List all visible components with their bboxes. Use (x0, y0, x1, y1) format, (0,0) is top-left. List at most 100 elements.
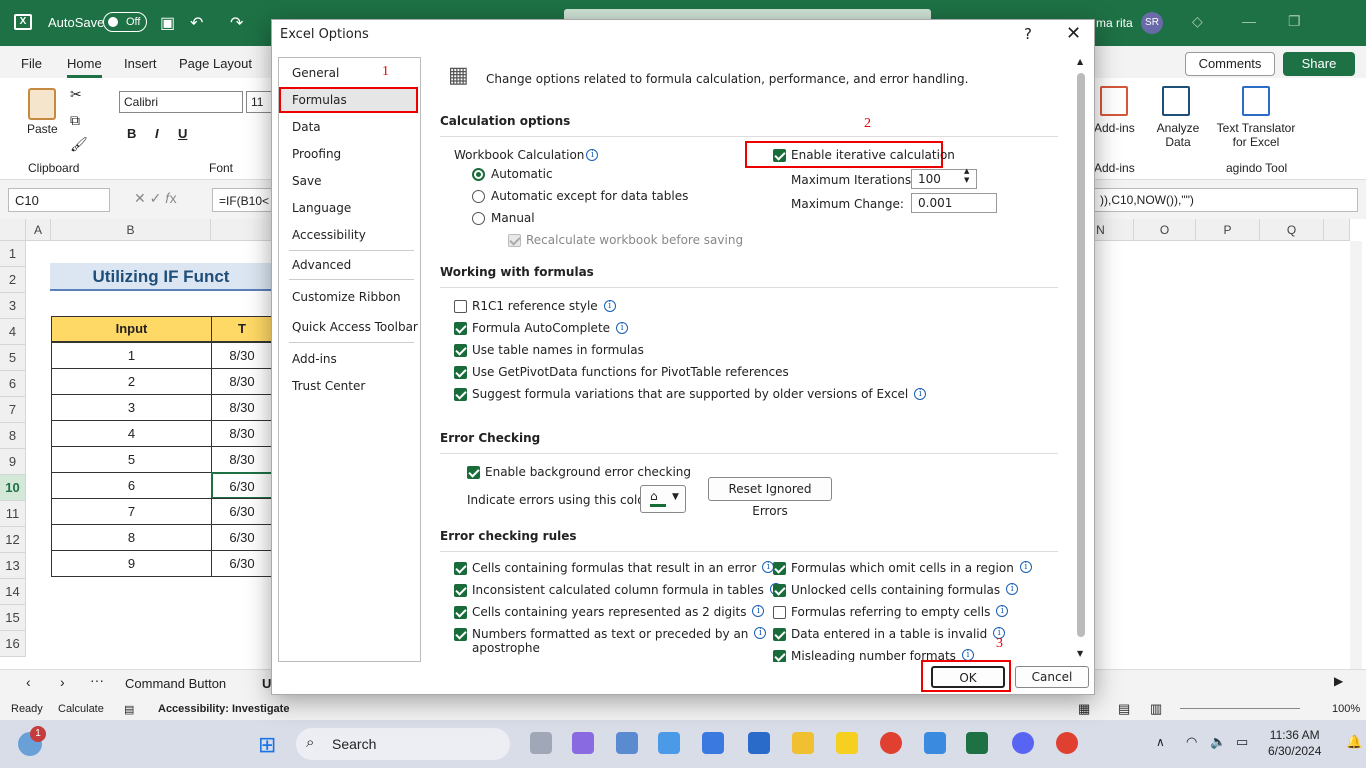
redo-icon[interactable]: ↷ (230, 13, 243, 33)
tab-insert[interactable]: Insert (124, 56, 157, 71)
row-header[interactable]: 14 (0, 579, 26, 605)
store-icon[interactable] (702, 732, 724, 754)
table-header-time[interactable]: T (211, 316, 273, 342)
table-cell-input[interactable]: 5 (51, 446, 212, 473)
column-header[interactable]: A (26, 219, 51, 241)
sheet-tab-current[interactable]: U (262, 676, 271, 691)
tab-page-layout[interactable]: Page Layout (179, 56, 252, 71)
row-header[interactable]: 1 (0, 241, 26, 267)
fx-icon[interactable]: ✕ ✓ 𝑓x (134, 190, 177, 207)
nav-formulas[interactable]: Formulas (292, 93, 347, 107)
scroll-down-icon[interactable]: ▼ (1077, 649, 1083, 658)
table-header-input[interactable]: Input (51, 316, 212, 342)
row-header[interactable]: 12 (0, 527, 26, 553)
info-icon[interactable]: i (616, 322, 629, 334)
edge-icon[interactable] (658, 732, 680, 754)
checkbox-checked[interactable] (454, 628, 467, 641)
notepad-icon[interactable] (924, 732, 946, 754)
diamond-icon[interactable]: ◇ (1192, 13, 1203, 30)
row-header[interactable]: 16 (0, 631, 26, 657)
save-icon[interactable]: ▣ (160, 13, 175, 33)
row-header[interactable]: 10 (0, 475, 26, 501)
notification-icon[interactable]: 🔔 (1346, 734, 1362, 750)
addins-label[interactable]: Add-ins (1094, 121, 1135, 135)
nav-language[interactable]: Language (292, 201, 351, 215)
restore-icon[interactable]: ❐ (1288, 13, 1301, 30)
nav-accessibility[interactable]: Accessibility (292, 228, 366, 242)
volume-icon[interactable]: 🔈 (1210, 734, 1226, 750)
more-sheets-icon[interactable]: ··· (90, 672, 104, 688)
scroll-right-icon[interactable]: ▶ (1334, 674, 1343, 688)
status-accessibility[interactable]: Accessibility: Investigate (158, 703, 289, 715)
windows-start-icon[interactable]: ⊞ (258, 732, 276, 758)
excel-taskbar-icon[interactable] (966, 732, 988, 754)
minimize-icon[interactable]: — (1242, 13, 1256, 29)
copy-icon[interactable]: ⧉ (70, 112, 80, 129)
nav-quick-access-toolbar[interactable]: Quick Access Toolbar (292, 320, 418, 334)
row-header[interactable]: 9 (0, 449, 26, 475)
tab-file[interactable]: File (21, 56, 42, 71)
rule-checkbox[interactable]: Numbers formatted as text or preceded by… (454, 627, 767, 655)
table-cell-time[interactable]: 8/30 (211, 342, 273, 369)
macro-icon[interactable]: ▤ (124, 703, 134, 716)
status-calculate[interactable]: Calculate (58, 703, 104, 715)
checkbox-unchecked[interactable] (773, 606, 786, 619)
wifi-icon[interactable]: ◠ (1186, 734, 1197, 750)
table-cell-time[interactable]: 8/30 (211, 368, 273, 395)
discord-icon[interactable] (1012, 732, 1034, 754)
next-sheet-icon[interactable]: › (60, 674, 65, 690)
calculator-icon[interactable] (616, 732, 638, 754)
getpivotdata-checkbox[interactable]: Use GetPivotData functions for PivotTabl… (454, 365, 789, 379)
checkbox-checked[interactable] (454, 321, 467, 335)
autocomplete-checkbox[interactable]: Formula AutoComplete i (454, 321, 629, 335)
chrome-profile-icon[interactable] (1056, 732, 1078, 754)
zoom-level[interactable]: 100% (1332, 703, 1360, 715)
background-error-checkbox[interactable]: Enable background error checking (467, 465, 691, 479)
table-cell-input[interactable]: 4 (51, 420, 212, 447)
info-icon[interactable]: i (1006, 583, 1019, 595)
rule-checkbox[interactable]: Formulas referring to empty cells i (773, 605, 1009, 619)
rule-checkbox[interactable]: Cells containing years represented as 2 … (454, 605, 765, 619)
row-header[interactable]: 13 (0, 553, 26, 579)
radio-manual[interactable]: Manual (472, 211, 535, 225)
task-view-icon[interactable] (530, 732, 552, 754)
font-size-select[interactable]: 11 (246, 91, 272, 113)
ok-button[interactable]: OK (931, 666, 1005, 688)
paste-icon[interactable] (28, 88, 56, 120)
rule-checkbox[interactable]: Unlocked cells containing formulas i (773, 583, 1019, 597)
scroll-up-icon[interactable]: ▲ (1077, 57, 1083, 66)
r1c1-checkbox[interactable]: R1C1 reference style i (454, 299, 616, 313)
avatar[interactable]: SR (1141, 12, 1163, 34)
column-header[interactable]: P (1196, 219, 1260, 241)
taskbar-search[interactable]: Search (296, 728, 510, 760)
font-name-select[interactable]: Calibri (119, 91, 243, 113)
row-header[interactable]: 4 (0, 319, 26, 345)
row-header[interactable]: 6 (0, 371, 26, 397)
format-painter-icon[interactable]: 🖌 (70, 136, 88, 153)
table-cell-input[interactable]: 9 (51, 550, 212, 577)
radio-button-selected[interactable] (472, 167, 485, 181)
checkbox-checked[interactable] (454, 365, 467, 379)
checkbox-unchecked[interactable] (454, 299, 467, 313)
table-cell-input[interactable]: 8 (51, 524, 212, 551)
comments-button[interactable]: Comments (1185, 52, 1275, 76)
underline-button[interactable]: U (178, 126, 187, 141)
checkbox-checked[interactable] (773, 650, 786, 662)
rule-checkbox[interactable]: Cells containing formulas that result in… (454, 561, 775, 575)
column-header[interactable]: B (51, 219, 211, 241)
table-cell-time[interactable]: 6/30 (211, 524, 273, 551)
nav-customize-ribbon[interactable]: Customize Ribbon (292, 290, 401, 304)
nav-data[interactable]: Data (292, 120, 321, 134)
info-icon[interactable]: i (603, 300, 616, 312)
table-cell-time[interactable]: 8/30 (211, 394, 273, 421)
spinner-icon[interactable]: ▲ ▼ (964, 167, 969, 185)
row-header[interactable]: 7 (0, 397, 26, 423)
checkbox-checked[interactable] (454, 606, 467, 619)
radio-button[interactable] (472, 189, 485, 203)
clock[interactable]: 11:36 AM 6/30/2024 (1268, 727, 1321, 759)
checkbox-checked[interactable] (454, 343, 467, 357)
info-icon[interactable]: i (752, 605, 765, 617)
sticky-notes-icon[interactable] (836, 732, 858, 754)
scroll-thumb[interactable] (1077, 73, 1085, 637)
zoom-slider[interactable] (1180, 708, 1300, 709)
